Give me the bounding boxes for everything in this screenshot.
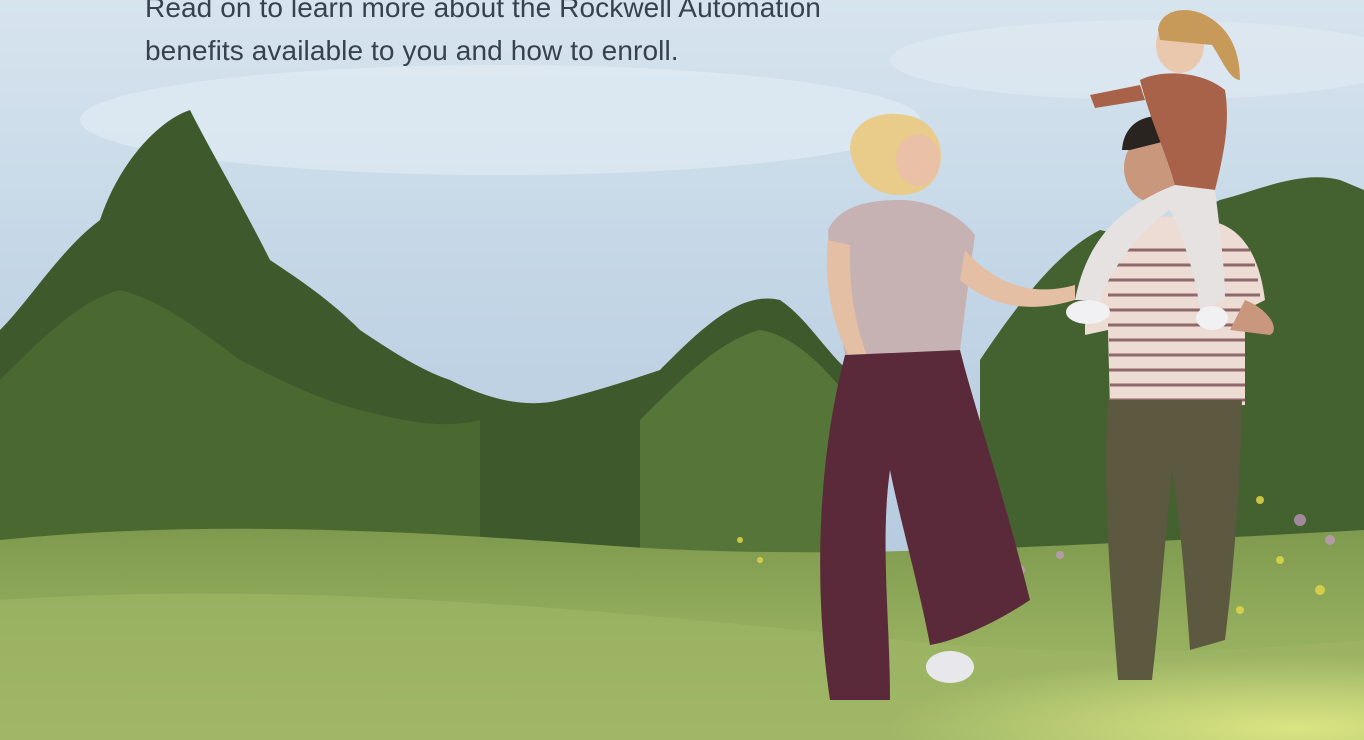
family-meadow-illustration — [0, 0, 1364, 740]
intro-line-1: Read on to learn more about the Rockwell… — [145, 0, 821, 23]
hero-photo — [0, 0, 1364, 740]
intro-line-2: benefits available to you and how to enr… — [145, 35, 679, 66]
intro-text: Read on to learn more about the Rockwell… — [145, 0, 925, 72]
